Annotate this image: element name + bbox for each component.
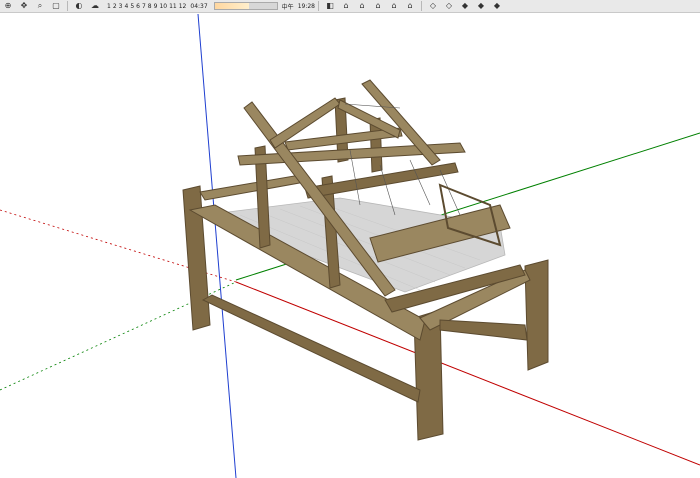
time-slider[interactable] [213,2,278,10]
shaded-textures-icon[interactable]: ◆ [490,1,504,11]
right-view-icon[interactable]: ⌂ [371,1,385,11]
toolbar-separator [67,1,68,11]
time-right: 19:28 [297,2,315,10]
back-rail [199,174,306,201]
right-bottom-rail [439,319,528,341]
wireframe-icon[interactable]: ◇ [442,1,456,11]
fog-icon[interactable]: ☁ [88,1,102,11]
month-2: 2 [112,2,117,10]
month-5: 5 [130,2,135,10]
viewport[interactable] [0,13,700,478]
front-view-icon[interactable]: ⌂ [355,1,369,11]
orbit-icon[interactable]: ⊕ [1,1,15,11]
left-view-icon[interactable]: ⌂ [403,1,417,11]
month-9: 9 [153,2,158,10]
time-mid: 中午 [281,3,294,11]
shaded-icon[interactable]: ◆ [474,1,488,11]
zoom-window-icon[interactable]: ▢ [49,1,63,11]
toolbar: ⊕ ✥ ⌕ ▢ ◐ ☁ 1 2 3 4 5 6 7 8 9 10 11 12 0… [0,0,700,13]
iso-view-icon[interactable]: ◧ [323,1,337,11]
month-1: 1 [107,2,111,10]
month-8: 8 [147,2,152,10]
month-labels: 1 2 3 4 5 6 7 8 9 10 11 12 [107,3,186,10]
month-4: 4 [124,2,129,10]
x-ray-icon[interactable]: ◇ [426,1,440,11]
shadows-icon[interactable]: ◐ [72,1,86,11]
back-view-icon[interactable]: ⌂ [387,1,401,11]
time-left: 04:37 [190,2,208,10]
month-6: 6 [136,2,140,10]
zoom-icon[interactable]: ⌕ [33,1,47,11]
hidden-line-icon[interactable]: ◆ [458,1,472,11]
toolbar-separator [420,1,422,11]
month-7: 7 [141,2,146,10]
month-10: 10 [159,2,168,10]
toolbar-separator [317,1,319,11]
pan-icon[interactable]: ✥ [17,1,31,11]
top-view-icon[interactable]: ⌂ [339,1,353,11]
month-3: 3 [118,2,123,10]
month-11: 11 [169,2,177,10]
month-12: 12 [178,2,187,10]
